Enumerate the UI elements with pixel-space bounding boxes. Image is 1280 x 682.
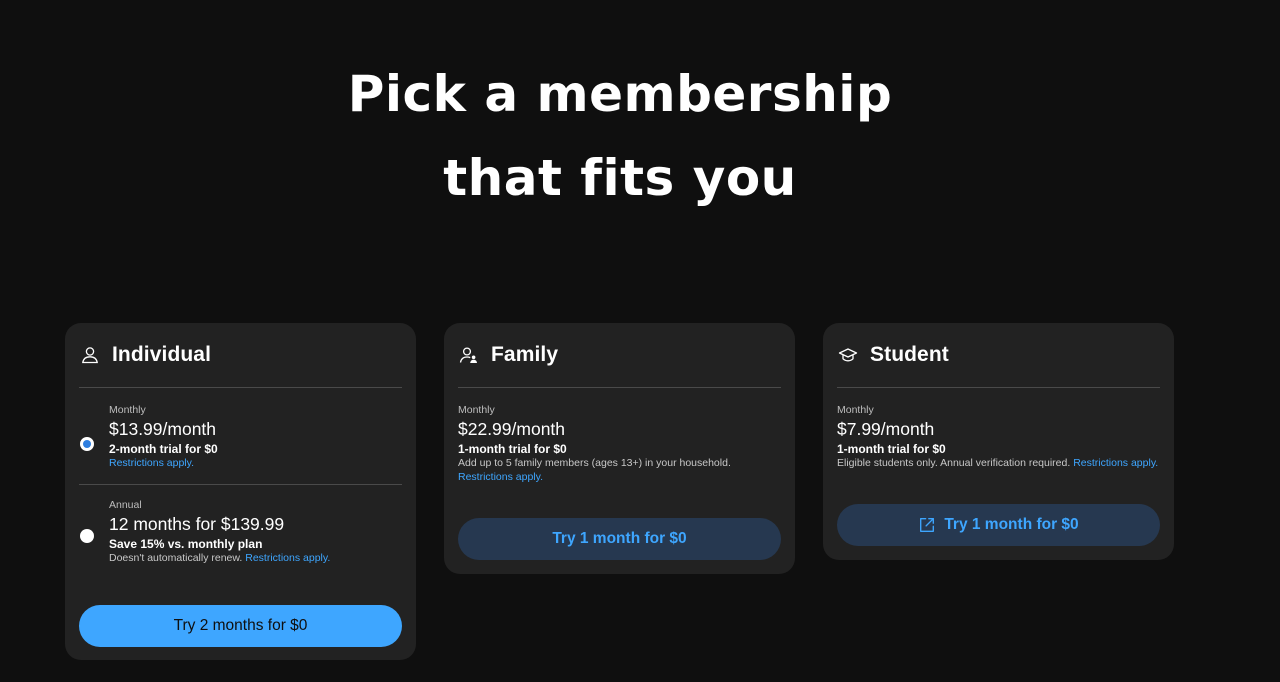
option-trial: 2-month trial for $0 <box>109 442 218 456</box>
try-family-button[interactable]: Try 1 month for $0 <box>458 518 781 560</box>
option-price: 12 months for $139.99 <box>109 514 285 534</box>
student-title: Student <box>870 343 949 366</box>
individual-plan-card: Individual Monthly $13.99/month 2-month … <box>65 323 416 660</box>
monthly-radio[interactable] <box>80 437 94 451</box>
family-monthly-option: Monthly $22.99/month 1-month trial for $… <box>458 388 781 484</box>
option-note: Restrictions apply. <box>458 470 781 484</box>
try-individual-button[interactable]: Try 2 months for $0 <box>79 605 402 647</box>
option-note: Doesn't automatically renew. Restriction… <box>109 551 402 565</box>
restrictions-link[interactable]: Restrictions apply. <box>109 457 194 469</box>
restrictions-link[interactable]: Restrictions apply. <box>245 552 330 564</box>
option-period: Annual <box>109 499 142 511</box>
restrictions-link[interactable]: Restrictions apply. <box>1073 457 1158 469</box>
family-members-note: Add up to 5 family members (ages 13+) in… <box>458 457 731 469</box>
membership-page: Pick a membership that fits you Individu… <box>0 0 1280 682</box>
annual-radio[interactable] <box>80 529 94 543</box>
headline-line-1: Pick a membership <box>347 65 893 123</box>
person-icon <box>82 347 98 364</box>
individual-card-header: Individual <box>79 323 402 388</box>
student-card-header: Student <box>837 323 1160 388</box>
restrictions-link[interactable]: Restrictions apply. <box>458 471 543 483</box>
headline-line-2: that fits you <box>443 149 797 207</box>
option-trial: 1-month trial for $0 <box>837 442 946 456</box>
graduation-cap-icon <box>838 348 858 362</box>
option-period: Monthly <box>458 404 495 416</box>
external-link-icon <box>920 518 935 532</box>
option-note: Restrictions apply. <box>109 456 402 470</box>
family-icon <box>459 347 477 363</box>
option-price: $13.99/month <box>109 419 217 439</box>
option-price: $7.99/month <box>837 419 935 439</box>
individual-monthly-option[interactable]: Monthly $13.99/month 2-month trial for $… <box>79 388 402 470</box>
student-plan-card: Student Monthly $7.99/month 1-month tria… <box>823 323 1174 560</box>
option-note: Eligible students only. Annual verificat… <box>837 456 1160 470</box>
student-eligibility-note: Eligible students only. Annual verificat… <box>837 457 1071 469</box>
family-plan-card: Family Monthly $22.99/month 1-month tria… <box>444 323 795 574</box>
page-headline: Pick a membership that fits you <box>0 52 1240 220</box>
family-card-header: Family <box>458 323 781 388</box>
individual-title: Individual <box>112 343 212 366</box>
option-period: Monthly <box>837 404 874 416</box>
option-price: $22.99/month <box>458 419 566 439</box>
option-trial: Save 15% vs. monthly plan <box>109 537 263 551</box>
individual-annual-option[interactable]: Annual 12 months for $139.99 Save 15% vs… <box>79 485 402 565</box>
option-trial: 1-month trial for $0 <box>458 442 567 456</box>
family-title: Family <box>491 343 559 366</box>
try-student-button[interactable]: Try 1 month for $0 <box>837 504 1160 546</box>
option-period: Monthly <box>109 404 146 416</box>
no-renew-note: Doesn't automatically renew. <box>109 552 243 564</box>
student-monthly-option: Monthly $7.99/month 1-month trial for $0… <box>837 388 1160 470</box>
try-student-label: Try 1 month for $0 <box>944 516 1079 533</box>
